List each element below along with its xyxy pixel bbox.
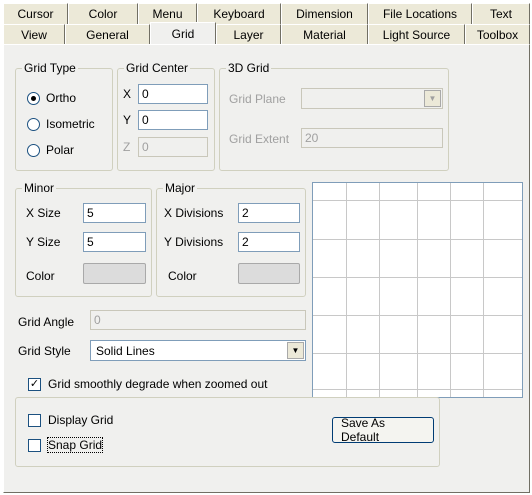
minor-y-size-input[interactable]: 5 xyxy=(83,232,146,252)
tab-keyboard[interactable]: Keyboard xyxy=(197,3,281,24)
grid-preview-line xyxy=(417,183,418,397)
minor-x-size-input[interactable]: 5 xyxy=(83,203,146,223)
major-y-divisions-input[interactable]: 2 xyxy=(238,232,300,252)
tab-light-source[interactable]: Light Source xyxy=(368,24,465,45)
tab-cursor[interactable]: Cursor xyxy=(3,3,68,24)
major-color-swatch[interactable] xyxy=(238,263,300,284)
grid-angle-label: Grid Angle xyxy=(18,315,75,329)
grid-plane-label: Grid Plane xyxy=(229,92,286,106)
polar-radio[interactable] xyxy=(27,144,40,157)
grid-preview-line xyxy=(483,183,484,397)
grid-preview-line xyxy=(450,183,451,397)
chevron-down-icon: ▼ xyxy=(424,90,441,107)
grid-preview-line xyxy=(313,277,522,278)
degrade-label: Grid smoothly degrade when zoomed out xyxy=(48,377,268,391)
tab-dimension[interactable]: Dimension xyxy=(281,3,368,24)
grid-extent-label: Grid Extent xyxy=(229,132,290,146)
major-x-divisions-input[interactable]: 2 xyxy=(238,203,300,223)
minor-y-size-label: Y Size xyxy=(26,235,61,249)
tab-grid[interactable]: Grid xyxy=(150,22,216,44)
grid-preview-line xyxy=(313,239,522,240)
major-y-divisions-label: Y Divisions xyxy=(164,235,224,249)
tab-toolbox[interactable]: Toolbox xyxy=(465,24,530,45)
ortho-radio[interactable] xyxy=(27,92,40,105)
major-x-divisions-label: X Divisions xyxy=(164,206,224,220)
save-as-default-button[interactable]: Save As Default xyxy=(332,416,434,444)
chevron-down-icon[interactable]: ▼ xyxy=(287,342,304,359)
grid-preview-line xyxy=(313,353,522,354)
center-z-label: Z xyxy=(123,140,131,154)
isometric-radio[interactable] xyxy=(27,118,40,131)
center-x-label: X xyxy=(123,87,132,101)
3d-grid-group: 3D Grid xyxy=(219,61,449,171)
grid-preview-line xyxy=(313,200,522,201)
grid-style-label: Grid Style xyxy=(18,344,71,358)
grid-style-value: Solid Lines xyxy=(96,344,155,358)
tab-color[interactable]: Color xyxy=(68,3,138,24)
display-grid-label: Display Grid xyxy=(48,413,114,427)
tab-material[interactable]: Material xyxy=(281,24,368,45)
grid-options-dialog: Cursor Color Menu Keyboard Dimension Fil… xyxy=(0,0,532,495)
center-x-input[interactable]: 0 xyxy=(138,84,208,104)
grid-extent-input: 20 xyxy=(301,128,443,148)
polar-label: Polar xyxy=(46,143,75,157)
grid-type-legend: Grid Type xyxy=(24,61,76,75)
major-legend: Major xyxy=(165,181,196,195)
grid-tab-panel: Grid Type Ortho Isometric Polar Grid Cen… xyxy=(3,44,530,493)
grid-plane-select: ▼ xyxy=(301,88,443,109)
degrade-checkbox[interactable]: ✓ xyxy=(28,378,41,391)
grid-preview-line xyxy=(379,183,380,397)
snap-grid-label: Snap Grid xyxy=(46,437,104,453)
tab-layer[interactable]: Layer xyxy=(216,24,281,45)
grid-preview xyxy=(312,182,523,398)
minor-color-label: Color xyxy=(26,269,55,283)
display-grid-checkbox[interactable] xyxy=(28,414,41,427)
grid-style-select[interactable]: Solid Lines ▼ xyxy=(90,340,306,361)
grid-center-legend: Grid Center xyxy=(126,61,189,75)
grid-preview-line xyxy=(313,389,522,390)
minor-color-swatch[interactable] xyxy=(83,263,146,284)
tab-file-locations[interactable]: File Locations xyxy=(368,3,472,24)
isometric-label: Isometric xyxy=(46,117,95,131)
tab-general[interactable]: General xyxy=(65,24,150,45)
tab-view[interactable]: View xyxy=(3,24,65,45)
minor-legend: Minor xyxy=(24,181,55,195)
grid-preview-line xyxy=(346,183,347,397)
center-y-input[interactable]: 0 xyxy=(138,110,208,130)
3d-grid-legend: 3D Grid xyxy=(228,61,270,75)
tab-menu[interactable]: Menu xyxy=(138,3,197,24)
snap-grid-checkbox[interactable] xyxy=(28,439,41,452)
ortho-label: Ortho xyxy=(46,91,77,105)
minor-x-size-label: X Size xyxy=(26,206,61,220)
grid-preview-line xyxy=(313,315,522,316)
checkmark-icon: ✓ xyxy=(29,378,40,390)
tab-text[interactable]: Text xyxy=(472,3,530,24)
grid-angle-input: 0 xyxy=(90,310,306,330)
major-color-label: Color xyxy=(168,269,197,283)
center-z-input: 0 xyxy=(138,137,208,157)
center-y-label: Y xyxy=(123,113,132,127)
